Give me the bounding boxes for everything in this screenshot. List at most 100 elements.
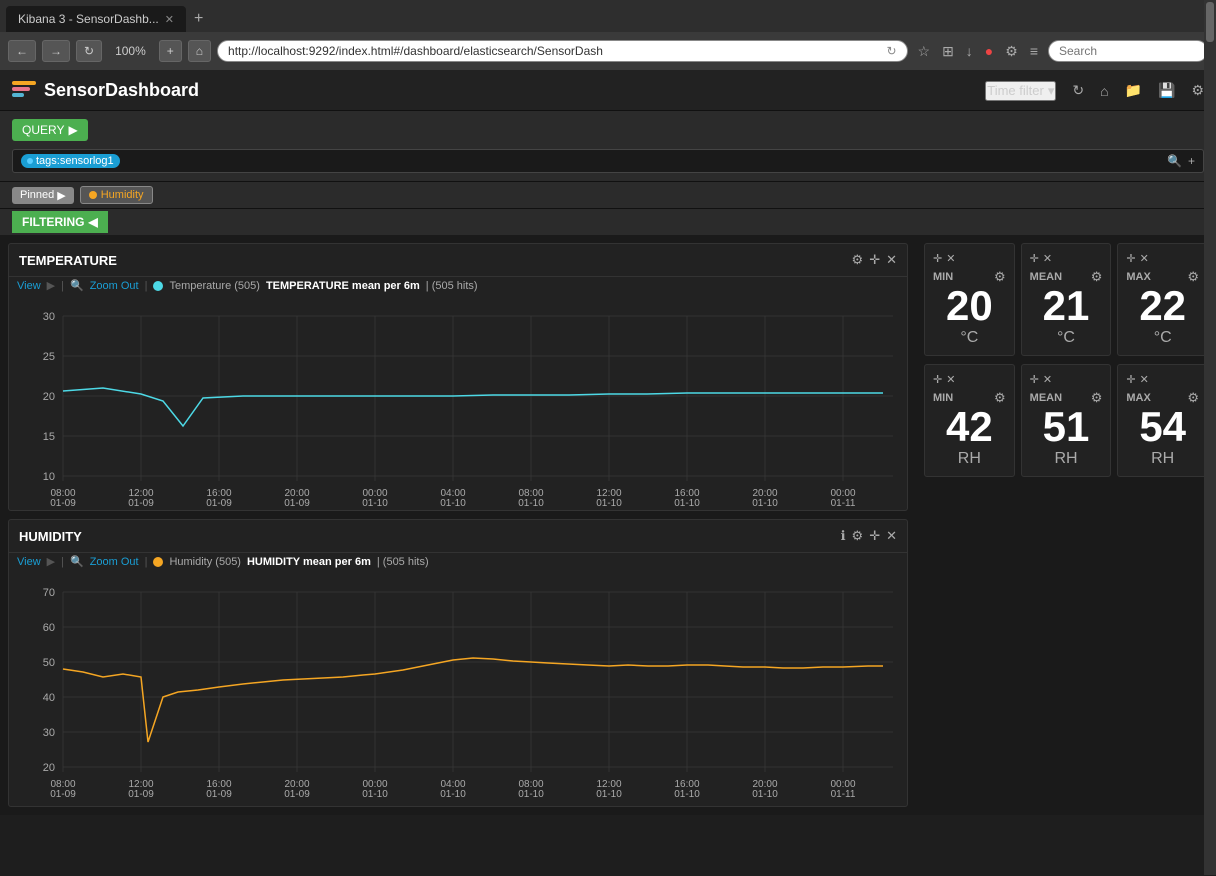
url-text: http://localhost:9292/index.html#/dashbo… <box>228 44 882 58</box>
nav-refresh-button[interactable]: ↻ <box>76 40 102 62</box>
nav-back-button[interactable]: ← <box>8 40 36 62</box>
svg-text:01-10: 01-10 <box>440 789 466 800</box>
filtering-bar[interactable]: FILTERING ◀ <box>12 211 108 233</box>
svg-text:01-10: 01-10 <box>518 789 544 800</box>
humidity-min-settings-icon[interactable]: ⚙ <box>994 390 1006 406</box>
humidity-view-link[interactable]: View <box>17 556 41 568</box>
humidity-move-icon[interactable]: ✛ <box>869 528 880 544</box>
temp-max-close-icon[interactable]: ✕ <box>1140 252 1149 265</box>
temp-min-move-icon[interactable]: ✛ <box>933 252 942 265</box>
query-button[interactable]: QUERY ▶ <box>12 119 88 141</box>
temperature-max-unit: °C <box>1154 329 1172 347</box>
new-tab-button[interactable]: + <box>186 8 211 30</box>
star-icon[interactable]: ☆ <box>914 41 935 62</box>
scrollbar[interactable] <box>1204 0 1216 875</box>
humidity-legend-label: Humidity (505) <box>169 556 241 568</box>
temp-mean-move-icon[interactable]: ✛ <box>1030 252 1039 265</box>
temperature-move-icon[interactable]: ✛ <box>869 252 880 268</box>
refresh-icon[interactable]: ↻ <box>1072 82 1084 99</box>
refresh-icon[interactable]: ↻ <box>886 44 896 58</box>
humidity-close-icon[interactable]: ✕ <box>886 528 897 544</box>
query-tag-pill[interactable]: tags:sensorlog1 <box>21 154 120 168</box>
temperature-chart-container: 30 25 20 15 10 <box>9 298 907 510</box>
bookmark-icon[interactable]: ⊞ <box>938 41 958 62</box>
scrollbar-thumb[interactable] <box>1206 2 1214 42</box>
svg-text:01-11: 01-11 <box>831 789 856 800</box>
time-filter-button[interactable]: Time filter ▾ <box>985 81 1056 101</box>
humidity-stat-boxes: ✛ ✕ MIN ⚙ 42 RH ✛ <box>924 364 1208 477</box>
temperature-max-settings-icon[interactable]: ⚙ <box>1187 269 1199 285</box>
temperature-mean-settings-icon[interactable]: ⚙ <box>1091 269 1103 285</box>
svg-text:20: 20 <box>43 391 55 403</box>
temperature-max-header: ✛ ✕ <box>1126 252 1199 265</box>
svg-text:01-10: 01-10 <box>674 498 700 506</box>
hum-min-move-icon[interactable]: ✛ <box>933 373 942 386</box>
save-icon[interactable]: 💾 <box>1158 82 1175 99</box>
zoom-icon: 🔍 <box>70 279 84 292</box>
query-section: QUERY ▶ tags:sensorlog1 🔍 + <box>0 111 1216 182</box>
temperature-min-settings-icon[interactable]: ⚙ <box>994 269 1006 285</box>
humidity-chart: 70 60 50 40 30 20 <box>13 582 903 802</box>
home-button[interactable]: ⌂ <box>188 40 211 62</box>
temp-max-move-icon[interactable]: ✛ <box>1126 252 1135 265</box>
add-icon[interactable]: + <box>1188 154 1195 168</box>
svg-text:40: 40 <box>43 692 55 704</box>
adblock-icon[interactable]: ● <box>981 41 997 61</box>
nav-forward-button[interactable]: → <box>42 40 70 62</box>
zoom-in-button[interactable]: + <box>159 40 182 62</box>
temperature-chart: 30 25 20 15 10 <box>13 306 903 506</box>
search-icon[interactable]: 🔍 <box>1167 154 1182 168</box>
temp-min-close-icon[interactable]: ✕ <box>946 252 955 265</box>
humidity-panel: HUMIDITY ℹ ⚙ ✛ ✕ View ▶ | 🔍 Zoom Out | H… <box>8 519 908 807</box>
svg-text:01-10: 01-10 <box>674 789 700 800</box>
humidity-info-icon[interactable]: ℹ <box>841 528 846 544</box>
active-tab[interactable]: Kibana 3 - SensorDashb... ✕ <box>6 6 186 32</box>
query-input-row[interactable]: tags:sensorlog1 🔍 + <box>12 149 1204 173</box>
temperature-settings-icon[interactable]: ⚙ <box>852 252 864 268</box>
folder-icon[interactable]: 📁 <box>1125 82 1142 99</box>
temperature-zoom-link[interactable]: Zoom Out <box>90 280 139 292</box>
humidity-max-settings-icon[interactable]: ⚙ <box>1187 390 1199 406</box>
temperature-panel: TEMPERATURE ⚙ ✛ ✕ View ▶ | 🔍 Zoom Out | … <box>8 243 908 511</box>
logo-icon <box>12 81 36 101</box>
menu-icon[interactable]: ≡ <box>1026 41 1042 61</box>
humidity-chart-container: 70 60 50 40 30 20 <box>9 574 907 806</box>
temp-mean-close-icon[interactable]: ✕ <box>1043 252 1052 265</box>
temperature-min-unit: °C <box>960 329 978 347</box>
temperature-mean-header: ✛ ✕ <box>1030 252 1103 265</box>
humidity-zoom-link[interactable]: Zoom Out <box>90 556 139 568</box>
temperature-min-value: 20 <box>946 285 993 327</box>
svg-text:01-09: 01-09 <box>128 498 154 506</box>
humidity-description-bold: HUMIDITY mean per 6m <box>247 556 371 568</box>
temperature-mean-value: 21 <box>1043 285 1090 327</box>
hum-min-close-icon[interactable]: ✕ <box>946 373 955 386</box>
browser-chrome: Kibana 3 - SensorDashb... ✕ + ← → ↻ 100%… <box>0 0 1216 71</box>
chevron-down-icon: ▾ <box>1048 83 1055 99</box>
temperature-view-link[interactable]: View <box>17 280 41 292</box>
hum-max-close-icon[interactable]: ✕ <box>1140 373 1149 386</box>
humidity-mean-value: 51 <box>1043 406 1090 448</box>
hum-mean-close-icon[interactable]: ✕ <box>1043 373 1052 386</box>
temperature-close-icon[interactable]: ✕ <box>886 252 897 268</box>
humidity-mean-unit: RH <box>1054 450 1077 468</box>
kibana-header: SensorDashboard Time filter ▾ ↻ ⌂ 📁 💾 ⚙ <box>0 71 1216 111</box>
extensions-icon[interactable]: ⚙ <box>1001 41 1022 62</box>
hum-mean-move-icon[interactable]: ✛ <box>1030 373 1039 386</box>
home-icon[interactable]: ⌂ <box>1100 83 1108 99</box>
svg-text:01-09: 01-09 <box>50 789 76 800</box>
humidity-mean-box: ✛ ✕ MEAN ⚙ 51 RH <box>1021 364 1112 477</box>
tab-close-icon[interactable]: ✕ <box>165 13 174 26</box>
settings-icon[interactable]: ⚙ <box>1191 82 1204 99</box>
arrow-left-icon: ◀ <box>88 215 97 229</box>
address-bar[interactable]: http://localhost:9292/index.html#/dashbo… <box>217 40 907 62</box>
pinned-button[interactable]: Pinned ▶ <box>12 187 74 204</box>
humidity-mean-settings-icon[interactable]: ⚙ <box>1091 390 1103 406</box>
search-input[interactable] <box>1048 40 1208 62</box>
nav-bar: ← → ↻ 100% + ⌂ http://localhost:9292/ind… <box>0 32 1216 70</box>
svg-text:01-09: 01-09 <box>206 789 232 800</box>
svg-text:01-10: 01-10 <box>752 498 778 506</box>
hum-max-move-icon[interactable]: ✛ <box>1126 373 1135 386</box>
download-icon[interactable]: ↓ <box>962 41 977 61</box>
humidity-filter-badge[interactable]: Humidity <box>80 186 153 204</box>
humidity-settings-icon[interactable]: ⚙ <box>852 528 864 544</box>
